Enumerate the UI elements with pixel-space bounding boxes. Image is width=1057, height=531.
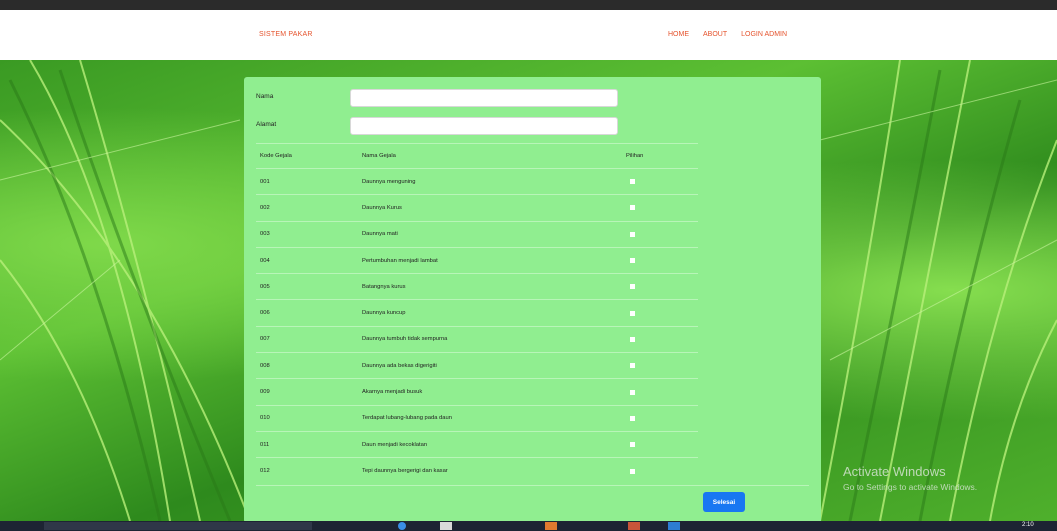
nama-label: Nama (256, 93, 274, 100)
cell-pilihan (626, 457, 698, 485)
cell-nama: Daunnya mati (362, 220, 626, 248)
browser-top-strip (0, 0, 1057, 10)
symptom-checkbox[interactable] (630, 284, 635, 290)
table-row: 003 Daunnya mati (256, 220, 698, 248)
cell-pilihan (626, 167, 698, 195)
file-explorer-icon[interactable] (440, 522, 452, 530)
symptom-checkbox[interactable] (630, 336, 635, 342)
cell-pilihan (626, 194, 698, 222)
table-row: 006 Daunnya kuncup (256, 299, 698, 327)
table-row: 008 Daunnya ada bekas digerigiti (256, 352, 698, 379)
brand-link[interactable]: SISTEM PAKAR (259, 31, 313, 38)
table-row: 002 Daunnya Kurus (256, 194, 698, 222)
app-icon[interactable] (545, 522, 557, 530)
taskbar-clock: 2:10 (1022, 522, 1034, 528)
cell-kode: 006 (256, 299, 362, 327)
nav-home[interactable]: HOME (668, 31, 689, 38)
cell-pilihan (626, 325, 698, 353)
cell-pilihan (626, 404, 698, 432)
table-row: 007 Daunnya tumbuh tidak sempurna (256, 325, 698, 353)
header-pilihan: Pilihan (626, 143, 698, 169)
cell-kode: 010 (256, 404, 362, 432)
taskbar-search[interactable] (44, 522, 312, 530)
table-row: 004 Pertumbuhan menjadi lambat (256, 246, 698, 274)
cell-kode: 008 (256, 352, 362, 379)
symptom-checkbox[interactable] (630, 468, 635, 474)
header-nama-gejala: Nama Gejala (362, 143, 626, 169)
symptom-checkbox[interactable] (630, 231, 635, 237)
table-row: 005 Batangnya kurus (256, 273, 698, 300)
header-kode-gejala: Kode Gejala (256, 143, 362, 169)
symptom-checkbox[interactable] (630, 258, 635, 264)
symptom-table: Kode Gejala Nama Gejala Pilihan 001 Daun… (256, 143, 698, 485)
cell-kode: 009 (256, 378, 362, 406)
cell-nama: Tepi daunnya bergerigi dan kasar (362, 457, 626, 485)
symptom-form-panel: Nama Alamat Kode Gejala Nama Gejala Pili… (244, 77, 821, 523)
nama-input[interactable] (350, 89, 618, 107)
cell-nama: Batangnya kurus (362, 273, 626, 300)
activate-windows-watermark: Activate Windows Go to Settings to activ… (843, 464, 977, 492)
cell-kode: 007 (256, 325, 362, 353)
nav-about[interactable]: ABOUT (703, 31, 727, 38)
app-icon-3[interactable] (668, 522, 680, 530)
cell-nama: Daunnya menguning (362, 167, 626, 195)
cell-kode: 002 (256, 194, 362, 222)
table-row: 010 Terdapat lubang-lubang pada daun (256, 404, 698, 432)
watermark-title: Activate Windows (843, 464, 946, 479)
cell-nama: Daunnya kuncup (362, 299, 626, 327)
cell-kode: 012 (256, 457, 362, 485)
table-row: 001 Daunnya menguning (256, 167, 698, 195)
symptom-checkbox[interactable] (630, 389, 635, 395)
cell-pilihan (626, 430, 698, 458)
cell-nama: Pertumbuhan menjadi lambat (362, 246, 626, 274)
cell-kode: 004 (256, 246, 362, 274)
cell-kode: 011 (256, 430, 362, 458)
symptom-checkbox[interactable] (630, 310, 635, 316)
cell-nama: Daunnya ada bekas digerigiti (362, 352, 626, 379)
cell-pilihan (626, 273, 698, 300)
symptom-checkbox[interactable] (630, 205, 635, 211)
nav-links: HOME ABOUT LOGIN ADMIN (668, 31, 787, 38)
app-icon-2[interactable] (628, 522, 640, 530)
alamat-label: Alamat (256, 121, 277, 128)
table-row: 012 Tepi daunnya bergerigi dan kasar (256, 457, 698, 485)
table-row: 009 Akarnya menjadi busuk (256, 378, 698, 406)
watermark-subtitle: Go to Settings to activate Windows. (843, 482, 978, 492)
form-divider (256, 485, 809, 486)
taskbar: 2:10 (0, 521, 1057, 531)
table-header-row: Kode Gejala Nama Gejala Pilihan (256, 143, 698, 169)
cell-pilihan (626, 220, 698, 248)
cell-pilihan (626, 378, 698, 406)
cell-pilihan (626, 352, 698, 379)
nav-login-admin[interactable]: LOGIN ADMIN (741, 31, 787, 38)
alamat-input[interactable] (350, 117, 618, 135)
cell-pilihan (626, 299, 698, 327)
symptom-checkbox[interactable] (630, 363, 635, 369)
table-row: 011 Daun menjadi kecoklatan (256, 430, 698, 458)
cell-kode: 005 (256, 273, 362, 300)
cell-nama: Daunnya Kurus (362, 194, 626, 222)
symptom-checkbox[interactable] (630, 415, 635, 421)
cell-kode: 001 (256, 167, 362, 195)
cell-nama: Daun menjadi kecoklatan (362, 430, 626, 458)
cell-nama: Akarnya menjadi busuk (362, 378, 626, 406)
cell-nama: Terdapat lubang-lubang pada daun (362, 404, 626, 432)
selesai-button[interactable]: Selesai (703, 492, 745, 512)
edge-icon[interactable] (398, 522, 406, 530)
navbar: SISTEM PAKAR HOME ABOUT LOGIN ADMIN (0, 10, 1057, 60)
symptom-checkbox[interactable] (630, 179, 635, 185)
symptom-checkbox[interactable] (630, 442, 635, 448)
cell-kode: 003 (256, 220, 362, 248)
cell-pilihan (626, 246, 698, 274)
cell-nama: Daunnya tumbuh tidak sempurna (362, 325, 626, 353)
